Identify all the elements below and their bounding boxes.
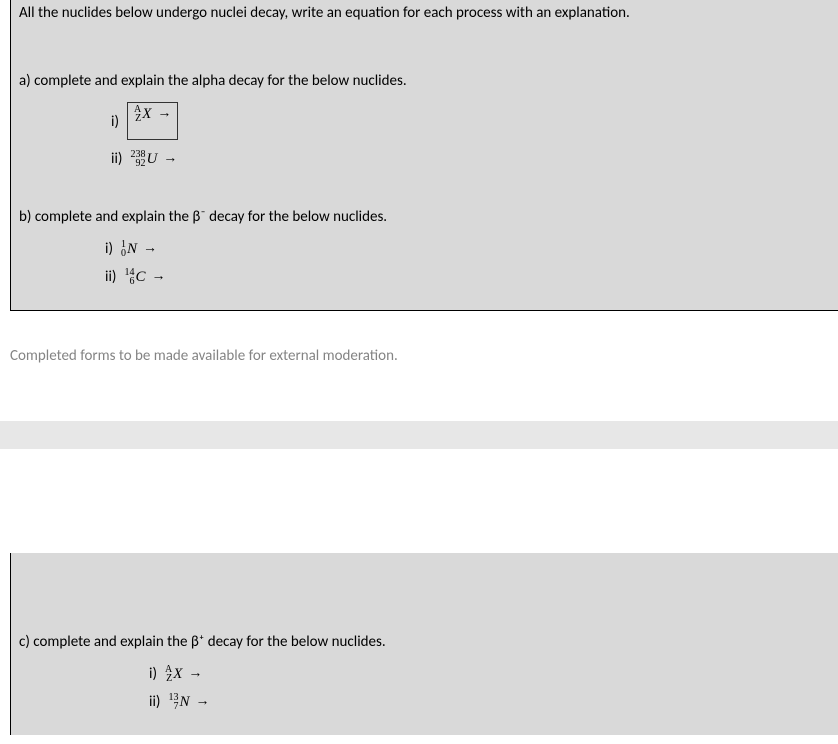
part-c-item-2: ii) 13 7 N → — [149, 693, 828, 711]
item-label: i) — [111, 113, 119, 131]
mass-atomic: 14 6 — [124, 268, 134, 286]
question-box-bottom: c) complete and explain the β⁺ decay for… — [10, 553, 838, 735]
part-a-item-2: ii) 238 92 U → — [111, 150, 828, 168]
item-label: ii) — [111, 150, 122, 168]
question-box-top: All the nuclides below undergo nuclei de… — [10, 0, 838, 311]
nuclide: A Z X → — [134, 105, 171, 123]
nuclide: 238 92 U → — [130, 150, 177, 168]
arrow-icon: → — [188, 666, 202, 682]
part-b-item-1: i) 1 0 N → — [105, 240, 828, 258]
mass-atomic: 238 92 — [130, 150, 145, 168]
arrow-icon: → — [151, 269, 165, 285]
part-a-item-1: i) A Z X → — [111, 104, 828, 140]
mass-atomic: A Z — [134, 105, 141, 123]
boxed-nuclide: A Z X → — [127, 102, 178, 140]
mass-atomic: A Z — [165, 665, 172, 683]
nuclide: 1 0 N → — [121, 240, 157, 258]
arrow-icon: → — [157, 106, 171, 122]
part-a-header: a) complete and explain the alpha decay … — [19, 72, 828, 90]
part-c-header: c) complete and explain the β⁺ decay for… — [19, 633, 828, 651]
arrow-icon: → — [163, 151, 177, 167]
mass-atomic: 1 0 — [121, 240, 126, 258]
arrow-icon: → — [143, 241, 157, 257]
item-label: i) — [105, 240, 113, 258]
mass-atomic: 13 7 — [168, 693, 178, 711]
nuclide: 14 6 C → — [124, 268, 165, 286]
moderation-note: Completed forms to be made available for… — [10, 347, 838, 365]
item-label: i) — [149, 665, 157, 683]
separator-band — [0, 421, 838, 449]
nuclide: 13 7 N → — [168, 693, 209, 711]
item-label: ii) — [149, 693, 160, 711]
item-label: ii) — [105, 268, 116, 286]
part-b-header: b) complete and explain the β⁻ decay for… — [19, 208, 828, 226]
nuclide: A Z X → — [165, 665, 202, 683]
part-c-item-1: i) A Z X → — [149, 665, 828, 683]
arrow-icon: → — [195, 694, 209, 710]
intro-text: All the nuclides below undergo nuclei de… — [19, 4, 828, 22]
part-b-item-2: ii) 14 6 C → — [105, 268, 828, 286]
